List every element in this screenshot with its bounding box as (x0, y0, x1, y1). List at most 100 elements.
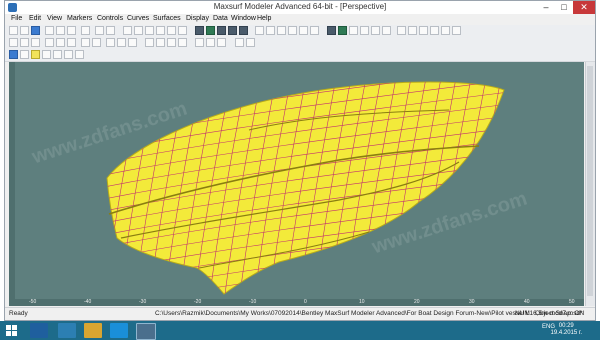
copy-icon[interactable] (56, 26, 65, 35)
menu-markers[interactable]: Markers (67, 15, 92, 22)
ruler-tick-label: 40 (524, 299, 530, 305)
menu-data[interactable]: Data (213, 15, 228, 22)
zoom-out-icon[interactable] (134, 26, 143, 35)
hull-section-line (509, 62, 549, 299)
contours-icon[interactable] (349, 26, 358, 35)
rotate-icon[interactable] (156, 26, 165, 35)
lock-icon[interactable] (42, 50, 51, 59)
baseline-icon[interactable] (430, 26, 439, 35)
window-plan-icon[interactable] (195, 26, 204, 35)
toolbar-row-3 (5, 49, 595, 62)
buttocks-icon[interactable] (299, 26, 308, 35)
perspective-viewport[interactable]: www.zdfans.com www.zdfans.com -50 -40 -3… (9, 62, 584, 306)
maxsurf-taskbar-icon[interactable] (136, 323, 156, 340)
skype-icon[interactable] (110, 323, 128, 338)
delete-icon[interactable] (67, 38, 76, 47)
fit-view-icon[interactable] (178, 26, 187, 35)
status-bar: Ready C:\Users\Razmik\Documents\My Works… (5, 307, 595, 320)
curvature-icon[interactable] (206, 38, 215, 47)
horizontal-ruler: -50 -40 -30 -20 -10 0 10 20 30 40 50 (9, 299, 584, 306)
frame-icon[interactable] (441, 26, 450, 35)
calc-hydrostatics-icon[interactable] (246, 38, 255, 47)
title-bar[interactable]: Maxsurf Modeler Advanced 64-bit - [Persp… (5, 1, 595, 14)
status-num: NUM (515, 310, 530, 317)
weld-icon[interactable] (92, 38, 101, 47)
pointer-icon[interactable] (64, 50, 73, 59)
smooth-icon[interactable] (128, 38, 137, 47)
home-view-icon[interactable] (167, 26, 176, 35)
ruler-tick-label: -20 (194, 299, 202, 305)
new-file-icon[interactable] (9, 26, 18, 35)
redo-icon[interactable] (106, 26, 115, 35)
shade-smooth-icon[interactable] (338, 26, 347, 35)
ruler-tick-label: -10 (249, 299, 257, 305)
hull-model[interactable] (9, 62, 584, 299)
waterlines-icon[interactable] (310, 26, 319, 35)
menu-surfaces[interactable]: Surfaces (153, 15, 181, 22)
move-icon[interactable] (20, 38, 29, 47)
cut-icon[interactable] (45, 26, 54, 35)
window-body-icon[interactable] (217, 26, 226, 35)
target-icon[interactable] (75, 50, 84, 59)
undo-icon[interactable] (95, 26, 104, 35)
dropbox-icon[interactable] (30, 323, 48, 338)
save-icon[interactable] (31, 26, 40, 35)
menu-file[interactable]: File (11, 15, 22, 22)
menu-display[interactable]: Display (186, 15, 209, 22)
color-wheel-icon[interactable] (9, 50, 18, 59)
control-points-icon[interactable] (255, 26, 264, 35)
menu-controls[interactable]: Controls (97, 15, 123, 22)
gaussian-icon[interactable] (217, 38, 226, 47)
add-column-icon[interactable] (56, 38, 65, 47)
ie-icon[interactable] (58, 323, 76, 338)
add-row-icon[interactable] (45, 38, 54, 47)
vertical-scrollbar[interactable] (585, 62, 595, 306)
surface-copy-icon[interactable] (156, 38, 165, 47)
menu-view[interactable]: View (47, 15, 62, 22)
layers-icon[interactable] (452, 26, 461, 35)
paste-icon[interactable] (67, 26, 76, 35)
menu-window[interactable]: Window (231, 15, 256, 22)
explorer-icon[interactable] (84, 323, 102, 338)
windows-start-icon[interactable] (6, 325, 17, 336)
window-perspective-icon[interactable] (228, 26, 237, 35)
close-button[interactable]: ✕ (573, 1, 595, 14)
visibility-icon[interactable] (53, 50, 62, 59)
curves-icon[interactable] (382, 26, 391, 35)
window-render-icon[interactable] (239, 26, 248, 35)
window-profile-icon[interactable] (206, 26, 215, 35)
sections-icon[interactable] (288, 26, 297, 35)
light-icon[interactable] (20, 50, 29, 59)
menu-curves[interactable]: Curves (127, 15, 149, 22)
calc-areas-icon[interactable] (235, 38, 244, 47)
highlight-icon[interactable] (31, 50, 40, 59)
diagonals-icon[interactable] (360, 26, 369, 35)
net-icon[interactable] (266, 26, 275, 35)
print-icon[interactable] (81, 26, 90, 35)
ruler-tick-label: -50 (29, 299, 37, 305)
menu-help[interactable]: Help (257, 15, 271, 22)
dwl-icon[interactable] (419, 26, 428, 35)
pan-icon[interactable] (145, 26, 154, 35)
open-file-icon[interactable] (20, 26, 29, 35)
align-icon[interactable] (106, 38, 115, 47)
zoom-in-icon[interactable] (123, 26, 132, 35)
straighten-icon[interactable] (117, 38, 126, 47)
surface-trim-icon[interactable] (167, 38, 176, 47)
grid-icon[interactable] (397, 26, 406, 35)
edges-icon[interactable] (277, 26, 286, 35)
bond-icon[interactable] (81, 38, 90, 47)
menu-edit[interactable]: Edit (29, 15, 41, 22)
markers-icon[interactable] (371, 26, 380, 35)
nudge-icon[interactable] (31, 38, 40, 47)
surface-flip-icon[interactable] (178, 38, 187, 47)
maximize-button[interactable]: □ (555, 1, 573, 14)
zero-point-icon[interactable] (408, 26, 417, 35)
select-icon[interactable] (9, 38, 18, 47)
fit-surface-icon[interactable] (195, 38, 204, 47)
taskbar-clock[interactable]: 00:29 19.4.2015 г. (551, 323, 582, 337)
minimize-button[interactable]: – (537, 1, 555, 14)
scrollbar-thumb[interactable] (587, 66, 593, 296)
surface-add-icon[interactable] (145, 38, 154, 47)
shade-flat-icon[interactable] (327, 26, 336, 35)
